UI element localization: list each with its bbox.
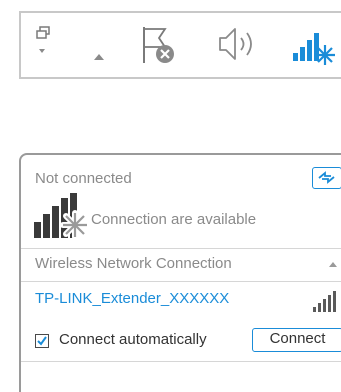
action-center-icon[interactable]: [35, 26, 53, 60]
chevron-up-icon[interactable]: [328, 261, 338, 268]
flag-error-icon[interactable]: [141, 25, 175, 65]
divider: [21, 281, 341, 282]
checkmark-icon: [37, 336, 47, 346]
connection-status: Not connected: [35, 170, 132, 187]
network-available-icon: [34, 193, 90, 240]
chevron-up-icon[interactable]: [93, 53, 105, 61]
network-flyout: Not connected Connection are available W…: [19, 153, 341, 392]
availability-text: Connection are available: [91, 211, 257, 228]
auto-connect-label: Connect automatically: [59, 331, 207, 348]
section-title: Wireless Network Connection: [35, 255, 232, 272]
divider: [21, 361, 341, 362]
refresh-button[interactable]: [312, 167, 341, 189]
refresh-icon: [318, 171, 335, 184]
connect-button[interactable]: Connect: [252, 328, 341, 352]
taskbar-tray: [19, 11, 341, 79]
auto-connect-checkbox[interactable]: [35, 334, 49, 348]
signal-strength-icon: [313, 291, 336, 312]
divider: [21, 248, 341, 249]
speaker-icon[interactable]: [217, 25, 263, 63]
wifi-available-icon[interactable]: [291, 27, 335, 67]
network-ssid[interactable]: TP-LINK_Extender_XXXXXX: [35, 290, 229, 307]
